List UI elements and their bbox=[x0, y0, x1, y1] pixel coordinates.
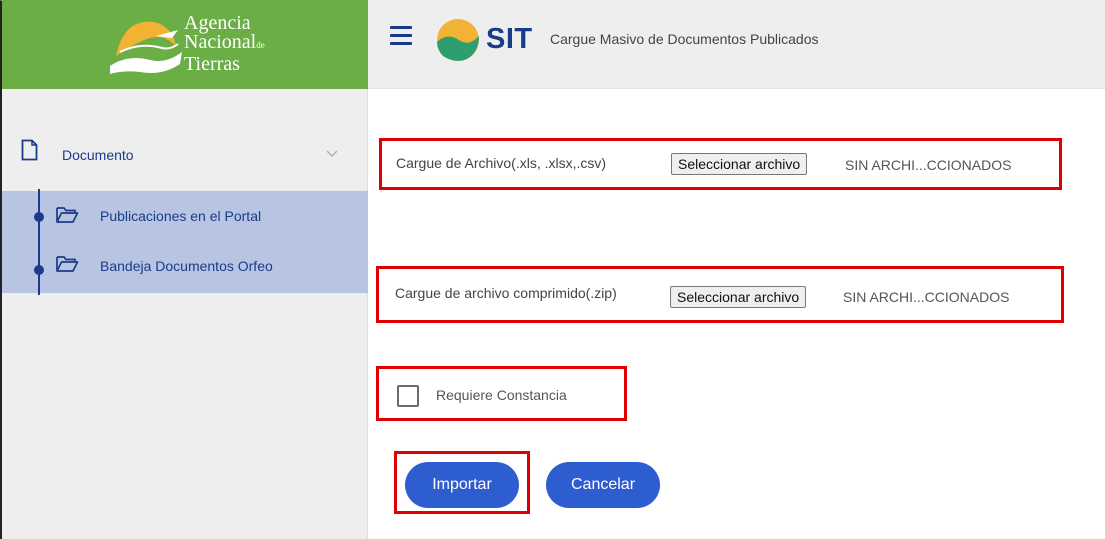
sit-brand: SIT bbox=[486, 23, 533, 55]
sidebar-item-label: Documento bbox=[62, 147, 134, 163]
sidebar-item-publicaciones[interactable]: Publicaciones en el Portal bbox=[2, 203, 368, 231]
sit-logo-icon bbox=[437, 19, 479, 61]
requiere-constancia-label: Requiere Constancia bbox=[436, 387, 567, 403]
sidebar-item-label: Publicaciones en el Portal bbox=[100, 208, 262, 224]
zip-file-status: SIN ARCHI...CCIONADOS bbox=[843, 289, 1010, 305]
cancelar-button[interactable]: Cancelar bbox=[546, 462, 660, 508]
sidebar-item-bandeja-orfeo[interactable]: Bandeja Documentos Orfeo bbox=[2, 256, 368, 284]
chevron-down-icon[interactable] bbox=[326, 150, 338, 158]
folder-open-icon bbox=[56, 256, 79, 272]
excel-select-file-button[interactable]: Seleccionar archivo bbox=[671, 153, 808, 175]
agency-logo-area[interactable]: Agencia Nacionalde Tierras bbox=[2, 0, 368, 89]
sidebar: Documento Publicaciones en el Portal Ban… bbox=[2, 89, 368, 539]
excel-upload-label: Cargue de Archivo(.xls, .xlsx,.csv) bbox=[396, 155, 607, 171]
menu-icon[interactable] bbox=[390, 26, 412, 46]
agency-logo-icon bbox=[110, 21, 182, 74]
agency-name: Agencia Nacionalde Tierras bbox=[184, 12, 265, 75]
tree-bullet bbox=[34, 212, 44, 222]
page-title: Cargue Masivo de Documentos Publicados bbox=[550, 31, 819, 47]
zip-select-file-button[interactable]: Seleccionar archivo bbox=[670, 286, 807, 308]
zip-upload-label: Cargue de archivo comprimido(.zip) bbox=[395, 285, 617, 301]
submenu: Publicaciones en el Portal Bandeja Docum… bbox=[2, 189, 368, 295]
document-icon bbox=[21, 139, 38, 161]
importar-button[interactable]: Importar bbox=[405, 462, 519, 508]
sidebar-item-label: Bandeja Documentos Orfeo bbox=[100, 258, 273, 274]
folder-open-icon bbox=[56, 207, 79, 223]
excel-file-status: SIN ARCHI...CCIONADOS bbox=[845, 157, 1012, 173]
tree-bullet bbox=[34, 265, 44, 275]
top-bar: SIT Cargue Masivo de Documentos Publicad… bbox=[368, 0, 1105, 89]
requiere-constancia-checkbox[interactable] bbox=[397, 385, 419, 407]
sidebar-item-documento[interactable]: Documento bbox=[2, 136, 368, 176]
